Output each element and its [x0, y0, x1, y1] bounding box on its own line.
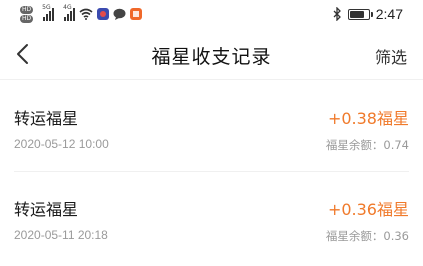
hd-icon: HD [20, 5, 34, 14]
network-label: 4G [63, 4, 72, 11]
filter-button[interactable]: 筛选 [375, 44, 407, 68]
record-amount: +0.36福星 [327, 200, 409, 219]
record-title: 转运福星 [14, 109, 79, 128]
hd-badges: HD HD [20, 5, 34, 23]
hd-icon: HD [20, 14, 34, 23]
status-bar-left: HD HD 5G 4G [20, 2, 143, 26]
record-time: 2020-05-11 20:18 [14, 228, 108, 242]
record-list: 转运福星 2020-05-12 10:00 +0.38福星 福星余额：0.74 … [0, 81, 423, 263]
network-label: 5G [42, 4, 51, 11]
signal-icon: 4G [63, 4, 76, 21]
battery-icon [347, 8, 373, 20]
record-time: 2020-05-12 10:00 [14, 137, 109, 151]
signal-icon: 5G [42, 4, 55, 21]
list-item[interactable]: 转运福星 2020-05-11 20:18 +0.36福星 福星余额：0.36 [14, 172, 409, 263]
chat-bubble-icon [113, 8, 126, 20]
app-icon [130, 8, 143, 20]
record-title: 转运福星 [14, 200, 79, 219]
clock: 2:47 [375, 6, 403, 22]
status-bar-right: 2:47 [333, 2, 403, 26]
navigation-bar: 福星收支记录 筛选 [0, 28, 423, 80]
record-amount: +0.38福星 [327, 109, 409, 128]
list-item[interactable]: 转运福星 2020-05-12 10:00 +0.38福星 福星余额：0.74 [14, 81, 409, 172]
page-title: 福星收支记录 [151, 46, 272, 68]
bluetooth-icon [333, 7, 341, 21]
record-balance: 福星余额：0.74 [325, 138, 409, 152]
status-bar: HD HD 5G 4G 2:47 [0, 0, 423, 28]
wifi-icon [79, 8, 93, 20]
record-balance: 福星余额：0.36 [325, 229, 409, 243]
app-notification-icon [97, 8, 110, 20]
battery-fill [349, 10, 364, 18]
